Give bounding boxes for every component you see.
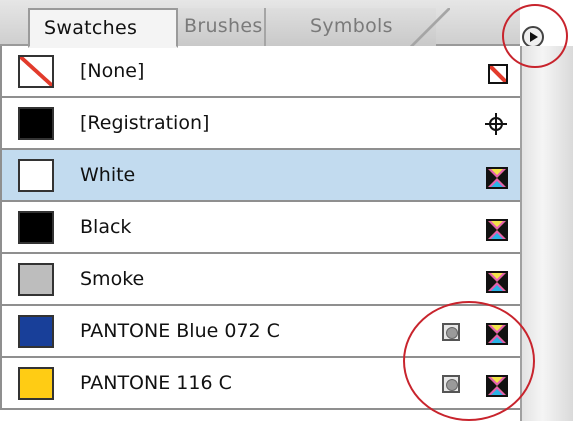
swatch-chip-smoke	[18, 263, 54, 296]
swatch-name: PANTONE Blue 072 C	[80, 320, 280, 342]
swatch-name: Smoke	[80, 268, 145, 290]
annotation-circle-spot-icons	[403, 301, 535, 421]
swatch-chip-registration	[18, 107, 54, 140]
swatch-row-white[interactable]: White	[0, 150, 520, 202]
swatch-row-smoke[interactable]: Smoke	[0, 254, 520, 306]
swatch-chip-white	[18, 159, 54, 192]
annotation-circle-menu	[502, 4, 568, 68]
swatch-row-none[interactable]: [None]	[0, 46, 520, 98]
tab-swatches[interactable]: Swatches	[28, 8, 178, 48]
swatch-name: PANTONE 116 C	[80, 372, 232, 394]
panel-tab-bar: Swatches Brushes Symbols	[0, 0, 520, 48]
swatch-name: Black	[80, 216, 132, 238]
swatch-chip-none	[18, 55, 54, 88]
swatch-name: White	[80, 164, 136, 186]
tab-divider	[410, 8, 450, 46]
swatches-panel: Swatches Brushes Symbols [None] [Registr…	[0, 0, 573, 421]
swatch-chip-black	[18, 211, 54, 244]
tab-brushes[interactable]: Brushes	[178, 8, 266, 46]
swatch-row-registration[interactable]: [Registration]	[0, 98, 520, 150]
swatch-row-black[interactable]: Black	[0, 202, 520, 254]
process-color-icon	[486, 219, 508, 241]
swatch-name: [Registration]	[80, 112, 210, 134]
process-color-icon	[486, 271, 508, 293]
swatch-name: [None]	[80, 60, 145, 82]
process-color-icon	[486, 167, 508, 189]
registration-icon	[485, 113, 507, 135]
swatch-chip-pantone-blue	[18, 315, 54, 348]
none-icon	[488, 64, 508, 84]
swatch-chip-pantone-116	[18, 367, 54, 400]
